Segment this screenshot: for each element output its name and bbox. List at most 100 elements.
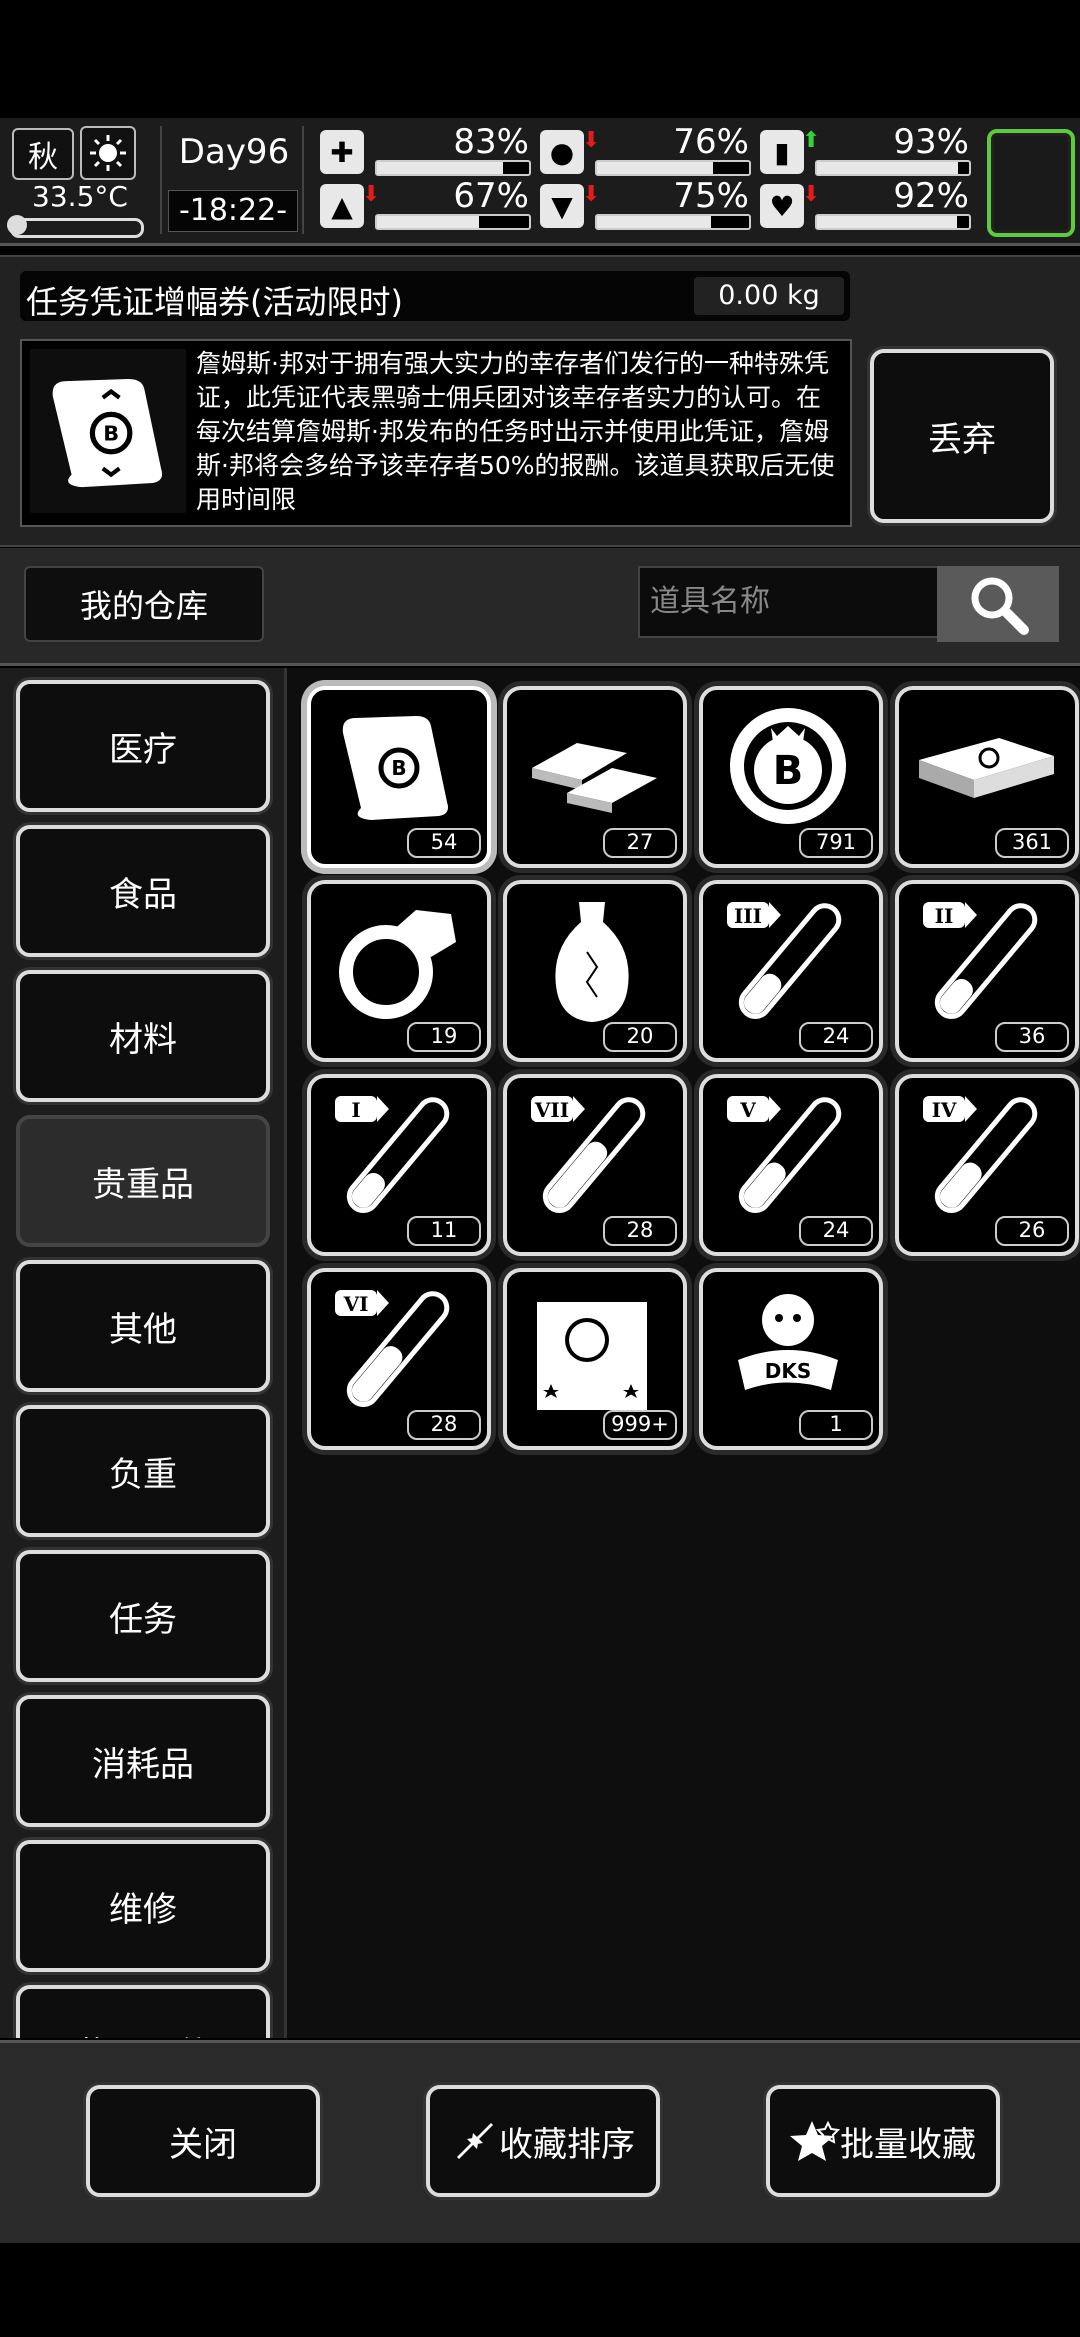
inventory-item[interactable]: II 36: [895, 880, 1079, 1062]
sort-favorites-button[interactable]: 收藏排序: [426, 2085, 660, 2197]
inventory-item[interactable]: V 24: [699, 1074, 883, 1256]
test-tube-iv-icon: IV: [923, 1096, 1038, 1213]
item-title-bar: 任务凭证增幅券(活动限时) 0.00 kg: [20, 271, 850, 321]
close-button[interactable]: 关闭: [86, 2085, 320, 2197]
stat-bar-fill: [377, 216, 479, 228]
trend-down-icon: ⬇: [582, 182, 601, 207]
stat-bar: [375, 214, 531, 230]
sun-icon: [80, 126, 136, 180]
status-bar: 秋 33.5°C Day96 -18:22- ✚ 83% ● ⬇ 76% ▮ ⬆ 93% ▲ ⬇ 6…: [0, 118, 1080, 246]
category-1[interactable]: 食品: [16, 825, 270, 957]
test-tube-v-icon: V: [727, 1096, 842, 1213]
inventory-item[interactable]: I 11: [307, 1074, 491, 1256]
item-count: 361: [995, 828, 1069, 858]
bottom-bar: 关闭 收藏排序 批量收藏: [0, 2040, 1080, 2243]
stat-value: 93%: [893, 122, 969, 162]
stat-bar-fill: [817, 216, 957, 228]
inventory-item[interactable]: 20: [503, 880, 687, 1062]
category-7[interactable]: 消耗品: [16, 1695, 270, 1827]
inventory-item[interactable]: DKS 1: [699, 1268, 883, 1450]
trend-up-icon: ⬆: [802, 128, 821, 153]
svg-text:B: B: [391, 756, 406, 780]
category-8[interactable]: 维修: [16, 1840, 270, 1972]
category-4[interactable]: 其他: [16, 1260, 270, 1392]
search-input[interactable]: 道具名称: [638, 566, 938, 638]
inventory-item[interactable]: B 791: [699, 686, 883, 868]
item-count: 11: [407, 1216, 481, 1246]
inventory-item[interactable]: IV 26: [895, 1074, 1079, 1256]
stat-hunger: ● ⬇ 76%: [540, 122, 755, 178]
season-indicator: 秋: [12, 128, 74, 180]
equipped-slot[interactable]: [987, 129, 1075, 237]
item-count: 999+: [603, 1410, 677, 1440]
svg-text:VI: VI: [343, 1292, 369, 1316]
batch-favorite-button[interactable]: 批量收藏: [766, 2085, 1000, 2197]
svg-text:VII: VII: [534, 1098, 569, 1122]
inventory-item[interactable]: 999+: [503, 1268, 687, 1450]
search-button[interactable]: [937, 566, 1059, 642]
stat-value: 92%: [893, 176, 969, 216]
sort-favorites-label: 收藏排序: [499, 2124, 635, 2165]
warehouse-bar: 我的仓库 道具名称: [0, 548, 1080, 666]
svg-text:V: V: [739, 1098, 756, 1122]
dks-emblem-icon: DKS: [738, 1294, 838, 1390]
item-count: 36: [995, 1022, 1069, 1052]
warehouse-title: 我的仓库: [24, 566, 264, 642]
stat-bar-fill: [597, 162, 713, 174]
category-3[interactable]: 贵重品: [16, 1115, 270, 1247]
close-label: 关闭: [169, 2124, 237, 2165]
inventory-item[interactable]: VI 28: [307, 1268, 491, 1450]
batch-favorite-label: 批量收藏: [840, 2124, 976, 2165]
day-block: Day96 -18:22-: [160, 126, 304, 234]
item-title: 任务凭证增幅券(活动限时): [26, 283, 403, 321]
inventory-item[interactable]: 19: [307, 880, 491, 1062]
inventory-item[interactable]: 27: [503, 686, 687, 868]
category-5[interactable]: 负重: [16, 1405, 270, 1537]
test-tube-iii-icon: III: [727, 902, 842, 1019]
stat-bar-fill: [817, 162, 959, 174]
stat-bar: [375, 160, 531, 176]
item-count: 24: [799, 1216, 873, 1246]
zombie-poster-icon: [537, 1290, 647, 1410]
svg-text:DKS: DKS: [765, 1359, 812, 1383]
stat-stamina: ▲ ⬇ 67%: [320, 176, 535, 232]
item-grid: B 54 27 B 791 361 19 20 III 24 II 36 I 1…: [284, 668, 1080, 2038]
voucher-scroll-icon: B: [30, 349, 186, 513]
item-detail-panel: 任务凭证增幅券(活动限时) 0.00 kg B 詹姆斯·邦对于拥有强大实力的幸存…: [0, 255, 1080, 547]
inventory-item[interactable]: VII 28: [503, 1074, 687, 1256]
swap-arrows-icon: [457, 2123, 493, 2159]
gold-bars-icon: [532, 743, 657, 813]
stat-bar-fill: [377, 162, 504, 174]
b-coin-icon: B: [730, 708, 846, 824]
discard-button[interactable]: 丢弃: [870, 349, 1054, 523]
category-9[interactable]: 载具配件: [16, 1985, 270, 2038]
item-description: 詹姆斯·邦对于拥有强大实力的幸存者们发行的一种特殊凭证，此凭证代表黑骑士佣兵团对…: [196, 349, 835, 514]
svg-text:III: III: [734, 904, 762, 928]
temperature: 33.5°C: [32, 180, 128, 213]
stat-value: 75%: [673, 176, 749, 216]
category-6[interactable]: 任务: [16, 1550, 270, 1682]
star-icon: [790, 2120, 840, 2161]
stat-mood: ♥ ⬇ 92%: [760, 176, 975, 232]
item-description-box: B 詹姆斯·邦对于拥有强大实力的幸存者们发行的一种特殊凭证，此凭证代表黑骑士佣兵…: [20, 339, 852, 527]
test-tube-vi-icon: VI: [335, 1290, 450, 1407]
inventory-item[interactable]: 361: [895, 686, 1079, 868]
item-count: 19: [407, 1022, 481, 1052]
category-0[interactable]: 医疗: [16, 680, 270, 812]
svg-text:IV: IV: [932, 1098, 957, 1122]
stat-value: 67%: [453, 176, 529, 216]
item-count: 28: [407, 1410, 481, 1440]
game-clock: -18:22-: [168, 190, 298, 232]
inventory-item[interactable]: III 24: [699, 880, 883, 1062]
stat-energy: ▮ ⬆ 93%: [760, 122, 975, 178]
svg-text:B: B: [103, 421, 119, 445]
inventory-item[interactable]: B 54: [307, 686, 491, 868]
category-2[interactable]: 材料: [16, 970, 270, 1102]
mood-icon: ♥: [760, 184, 804, 228]
item-weight: 0.00 kg: [694, 277, 844, 315]
diamond-ring-icon: [339, 910, 456, 1019]
svg-text:I: I: [351, 1098, 360, 1122]
item-count: 54: [407, 828, 481, 858]
test-tube-vii-icon: VII: [531, 1096, 646, 1213]
hunger-icon: ●: [540, 130, 584, 174]
